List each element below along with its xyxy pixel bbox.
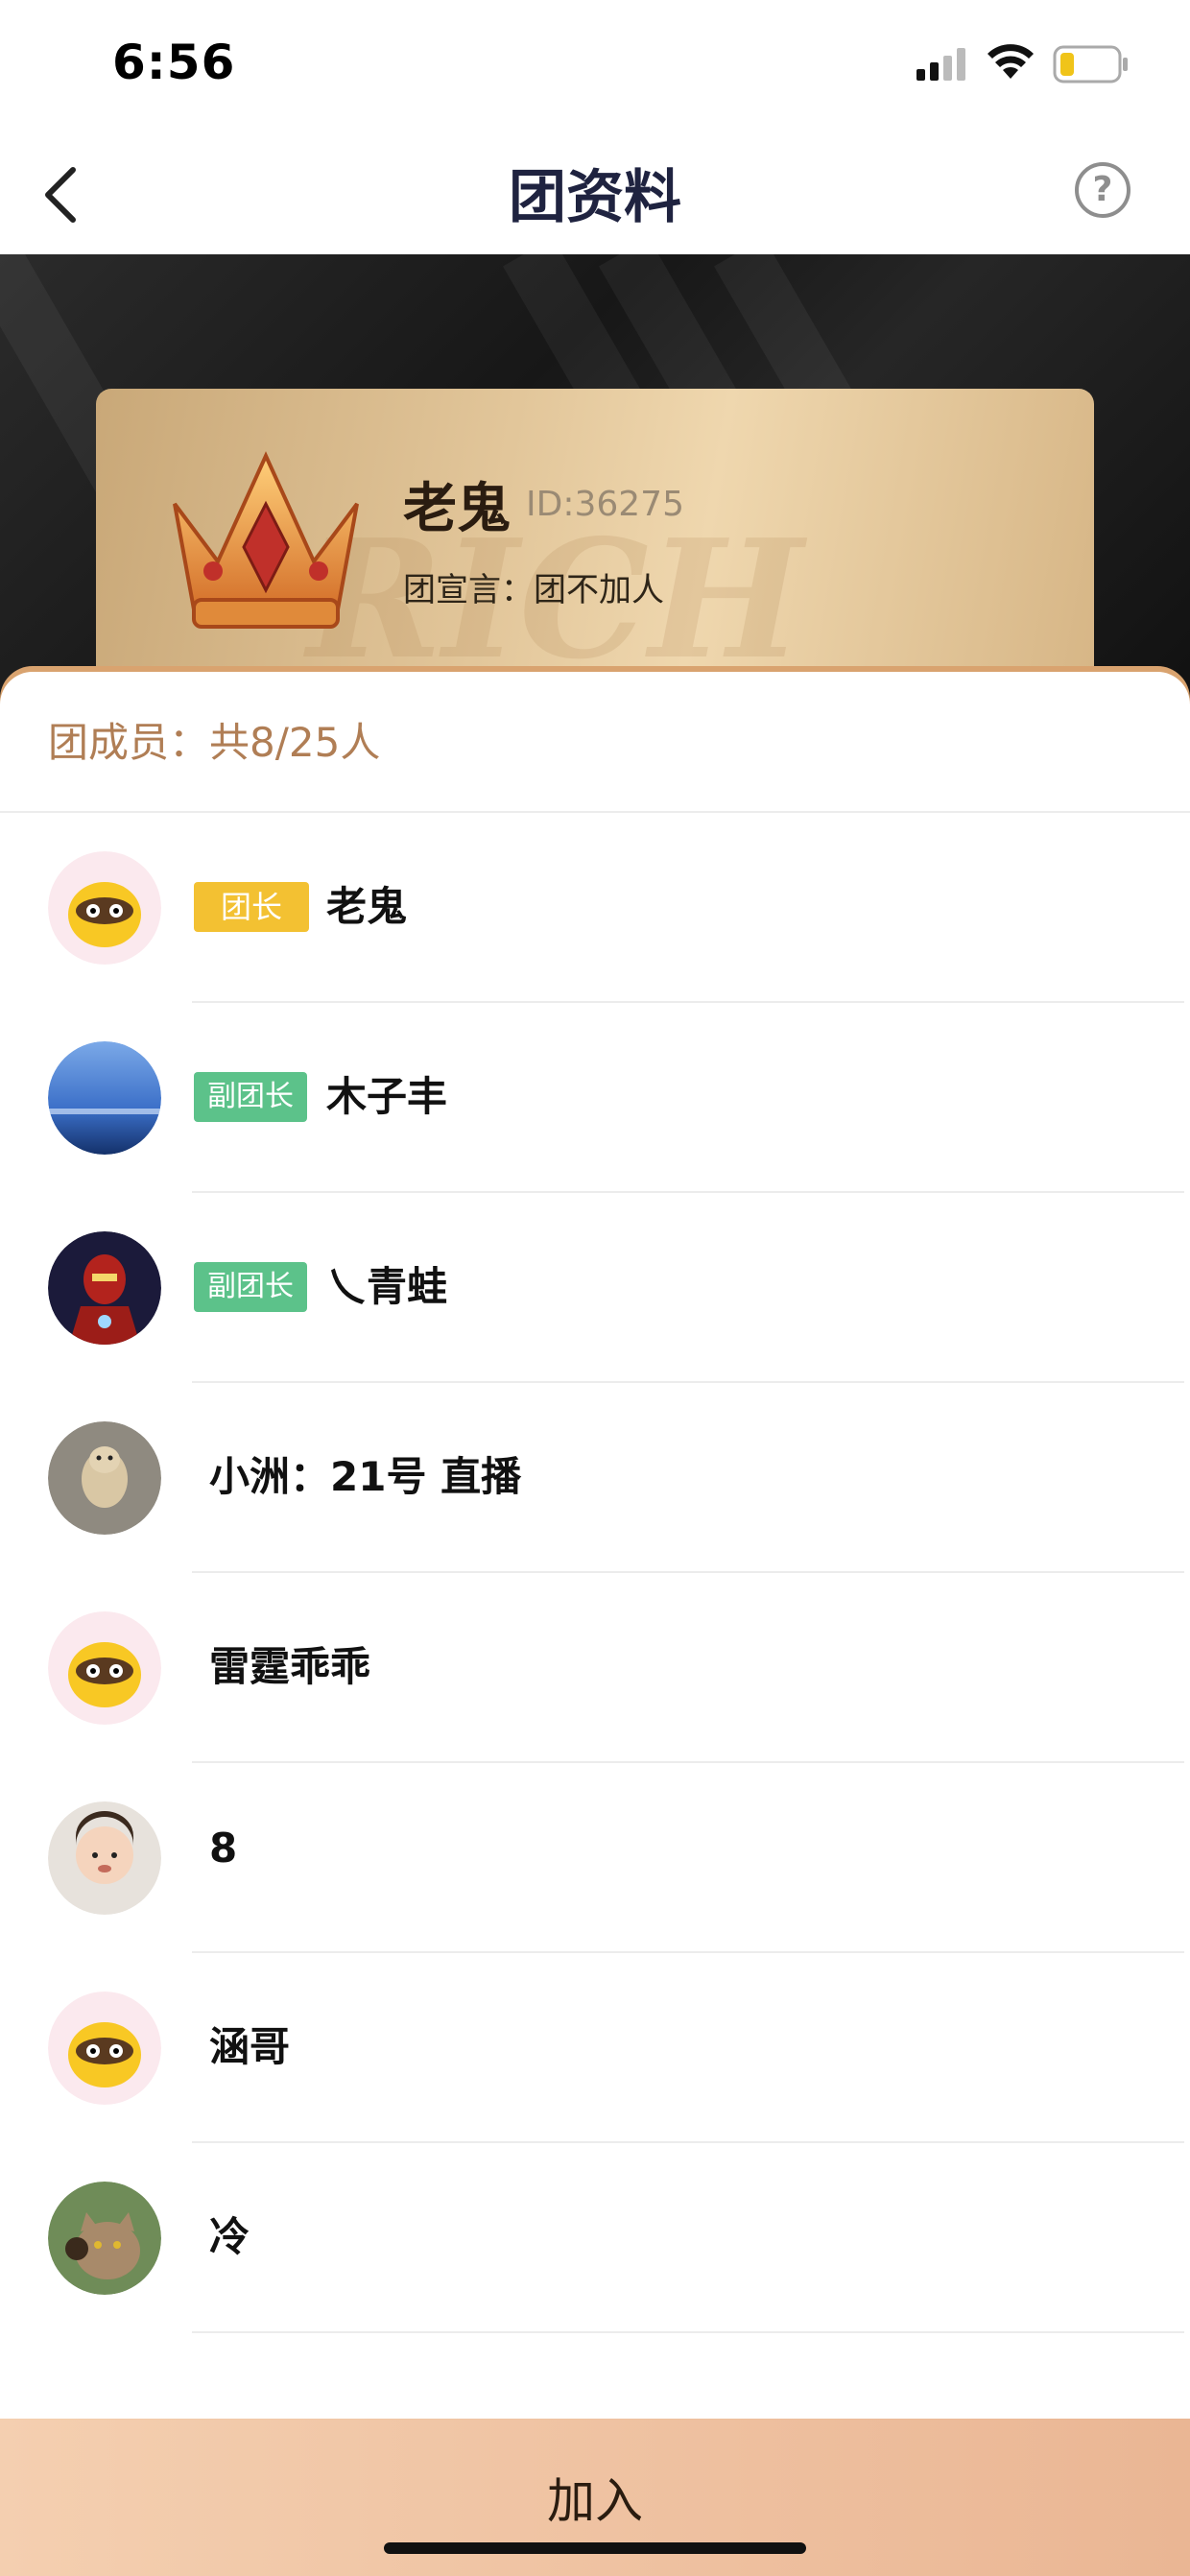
cellular-signal-icon <box>916 48 965 81</box>
home-indicator <box>384 2542 806 2554</box>
member-row[interactable]: 团长 老鬼 <box>0 813 1190 1003</box>
member-name: 乀青蛙 <box>326 1263 448 1310</box>
group-banner: RICH 老鬼 ID:36275 团宣言：团不加人 <box>0 254 1190 705</box>
avatar-raccoon-icon <box>48 851 161 965</box>
member-list: 团长 老鬼 副团长 木子丰 副团长 乀青蛙 小洲：21号 直播 雷霆乖乖 8 涵… <box>0 813 1190 2333</box>
member-row[interactable]: 小洲：21号 直播 <box>0 1383 1190 1573</box>
members-sheet: 团成员：共8/25人 团长 老鬼 副团长 木子丰 副团长 乀青蛙 小洲：21号 … <box>0 672 1190 2576</box>
member-name: 8 <box>209 1825 238 1872</box>
nav-bar: 团资料 ? <box>0 130 1190 254</box>
member-name: 老鬼 <box>326 883 408 930</box>
role-badge: 团长 <box>194 882 309 932</box>
role-badge: 副团长 <box>194 1262 307 1312</box>
member-row[interactable]: 涵哥 <box>0 1953 1190 2143</box>
member-row[interactable]: 副团长 乀青蛙 <box>0 1193 1190 1383</box>
member-name: 涵哥 <box>209 2023 291 2070</box>
member-row[interactable]: 副团长 木子丰 <box>0 1003 1190 1193</box>
group-motto: 团宣言：团不加人 <box>403 571 664 609</box>
member-row[interactable]: 雷霆乖乖 <box>0 1573 1190 1763</box>
join-button-label: 加入 <box>547 2473 643 2529</box>
members-count-header: 团成员：共8/25人 <box>48 719 381 766</box>
page-title: 团资料 <box>509 164 681 231</box>
status-bar: 6:56 <box>0 0 1190 130</box>
battery-icon <box>1053 45 1128 83</box>
crown-icon <box>173 451 359 629</box>
help-icon[interactable]: ? <box>1075 162 1130 218</box>
group-info-card: RICH 老鬼 ID:36275 团宣言：团不加人 <box>96 389 1094 705</box>
avatar-raccoon-icon <box>48 1611 161 1725</box>
member-row[interactable]: 8 <box>0 1763 1190 1953</box>
avatar-dog-photo-icon <box>48 1421 161 1535</box>
avatar-cat-photo-icon <box>48 2182 161 2295</box>
group-id: ID:36275 <box>526 485 684 524</box>
member-name: 木子丰 <box>326 1073 448 1120</box>
member-name: 冷 <box>209 2213 250 2260</box>
avatar-raccoon-icon <box>48 1992 161 2105</box>
group-name: 老鬼 <box>403 478 511 540</box>
status-time: 6:56 <box>112 35 236 90</box>
divider <box>192 2331 1184 2333</box>
role-badge: 副团长 <box>194 1072 307 1122</box>
wifi-icon <box>988 44 1034 79</box>
avatar-ironman-photo-icon <box>48 1231 161 1345</box>
join-button[interactable]: 加入 <box>0 2419 1190 2576</box>
member-row[interactable]: 冷 <box>0 2143 1190 2333</box>
avatar-sky-photo-icon <box>48 1041 161 1155</box>
member-name: 小洲：21号 直播 <box>209 1453 522 1500</box>
member-name: 雷霆乖乖 <box>209 1643 371 1690</box>
avatar-baby-photo-icon <box>48 1801 161 1915</box>
